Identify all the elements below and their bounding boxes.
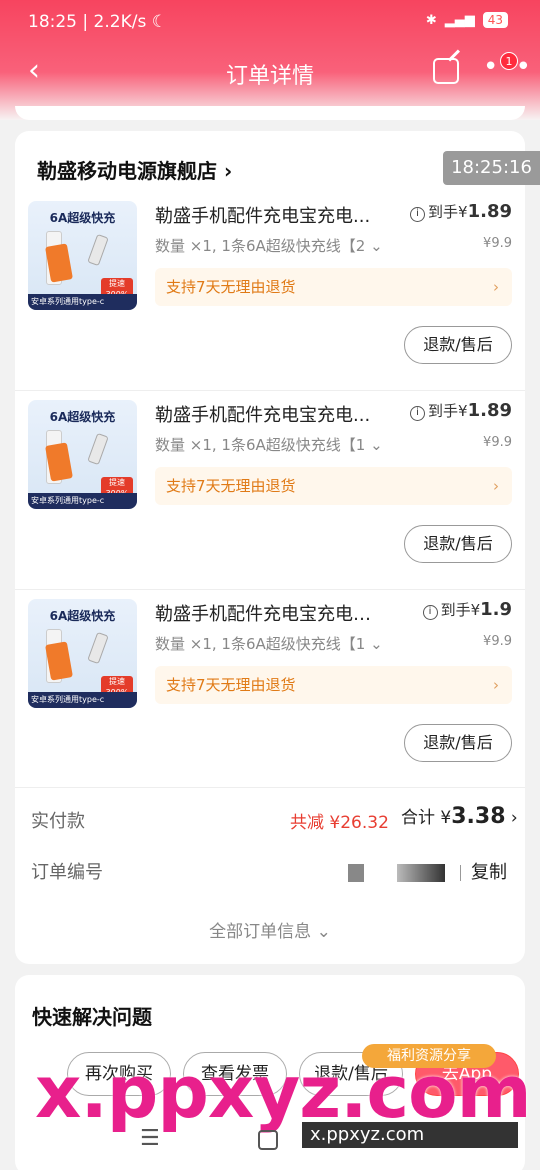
divider <box>15 787 525 788</box>
original-price: ¥9.9 <box>483 634 512 649</box>
notification-badge: 1 <box>500 52 518 70</box>
thumb-title: 6A超级快充 <box>49 609 116 623</box>
order-card: 勒盛移动电源旗舰店 › 6A超级快充 提速 300% 安卓系列通用type-c … <box>15 131 525 964</box>
info-icon[interactable]: i <box>410 207 426 222</box>
thumb-bar: 安卓系列通用type-c <box>28 692 137 708</box>
order-item[interactable]: 6A超级快充 提速 300% 安卓系列通用type-c 勒盛手机配件充电宝充电.… <box>15 390 525 588</box>
refund-button[interactable]: 退款/售后 <box>404 724 512 762</box>
info-icon[interactable]: i <box>410 406 426 421</box>
bluetooth-icon: ✱ <box>425 12 437 28</box>
refund-button[interactable]: 退款/售后 <box>404 525 512 563</box>
battery-icon: 43 <box>482 12 508 28</box>
price: i 到手¥1.89 <box>410 400 512 421</box>
status-bar: 18:25 | 2.2K/s ☾ ✱ ▂▄▆ 43 <box>0 10 540 36</box>
product-spec[interactable]: 数量 ×1, 1条6A超级快充线【2 ⌄ <box>155 235 387 256</box>
return-policy-banner[interactable]: 支持7天无理由退货 › <box>155 268 512 306</box>
copy-button[interactable]: 复制 <box>471 858 507 884</box>
discount-amount: 共减 ¥26.32 <box>290 813 389 833</box>
chevron-right-icon: › <box>493 278 499 296</box>
paid-label: 实付款 <box>31 811 85 832</box>
chevron-right-icon: › <box>493 676 499 694</box>
status-time: 18:25 | 2.2K/s ☾ <box>28 12 167 32</box>
watermark-url: x.ppxyz.com <box>302 1122 518 1148</box>
original-price: ¥9.9 <box>483 236 512 251</box>
watermark-badge: 福利资源分享 <box>362 1044 496 1068</box>
product-name[interactable]: 勒盛手机配件充电宝充电... <box>155 401 387 427</box>
product-thumbnail[interactable]: 6A超级快充 提速 300% 安卓系列通用type-c <box>28 201 137 310</box>
refund-button[interactable]: 退款/售后 <box>404 326 512 364</box>
type-c-plug-shape <box>87 233 109 267</box>
redacted-order-number <box>348 864 364 882</box>
order-item[interactable]: 6A超级快充 提速 300% 安卓系列通用type-c 勒盛手机配件充电宝充电.… <box>15 191 525 389</box>
product-spec[interactable]: 数量 ×1, 1条6A超级快充线【1 ⌄ <box>155 434 387 455</box>
product-spec[interactable]: 数量 ×1, 1条6A超级快充线【1 ⌄ <box>155 633 387 654</box>
status-icons: ✱ ▂▄▆ 43 <box>426 12 508 28</box>
previous-card-bottom <box>15 106 525 120</box>
timestamp-overlay: 18:25:16 <box>443 151 540 185</box>
all-order-info-toggle[interactable]: 全部订单信息 ⌄ <box>15 917 525 942</box>
signal-icon: ▂▄▆ <box>444 12 475 28</box>
thumb-bar: 安卓系列通用type-c <box>28 294 137 310</box>
type-c-plug-shape <box>87 631 109 665</box>
quick-solve-title: 快速解决问题 <box>32 1005 152 1029</box>
price: i 到手¥1.89 <box>410 201 512 222</box>
chevron-right-icon: › <box>493 477 499 495</box>
redacted-order-number <box>397 864 445 882</box>
nav-bar: ‹ 订单详情 ••• 1 <box>0 52 540 96</box>
divider <box>460 865 461 881</box>
shop-name[interactable]: 勒盛移动电源旗舰店 › <box>37 155 232 184</box>
product-name[interactable]: 勒盛手机配件充电宝充电线... <box>155 600 387 626</box>
thumb-title: 6A超级快充 <box>49 211 116 225</box>
info-icon[interactable]: i <box>422 605 438 620</box>
return-policy-banner[interactable]: 支持7天无理由退货 › <box>155 666 512 704</box>
price: i 到手¥1.9 <box>422 599 512 620</box>
type-c-plug-shape <box>87 432 109 466</box>
order-item[interactable]: 6A超级快充 提速 300% 安卓系列通用type-c 勒盛手机配件充电宝充电线… <box>15 589 525 787</box>
share-icon[interactable] <box>433 58 459 84</box>
product-thumbnail[interactable]: 6A超级快充 提速 300% 安卓系列通用type-c <box>28 599 137 708</box>
original-price: ¥9.9 <box>483 435 512 450</box>
header-background: 18:25 | 2.2K/s ☾ ✱ ▂▄▆ 43 ‹ 订单详情 ••• 1 <box>0 0 540 120</box>
order-number-label: 订单编号 <box>31 862 103 883</box>
thumb-title: 6A超级快充 <box>49 410 116 424</box>
product-thumbnail[interactable]: 6A超级快充 提速 300% 安卓系列通用type-c <box>28 400 137 509</box>
thumb-bar: 安卓系列通用type-c <box>28 493 137 509</box>
return-policy-banner[interactable]: 支持7天无理由退货 › <box>155 467 512 505</box>
page-title: 订单详情 <box>225 64 314 89</box>
menu-icon[interactable]: ☰ <box>140 1126 160 1151</box>
total-amount[interactable]: 合计 ¥3.38 › <box>401 803 518 829</box>
home-icon[interactable] <box>258 1130 278 1150</box>
product-name[interactable]: 勒盛手机配件充电宝充电... <box>155 202 387 228</box>
